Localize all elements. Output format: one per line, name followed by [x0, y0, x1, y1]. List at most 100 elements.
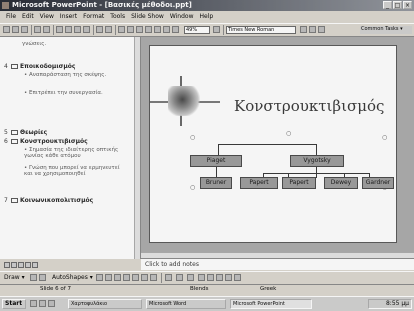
- org-node[interactable]: Piaget: [190, 155, 242, 167]
- rotate-icon[interactable]: [39, 274, 46, 281]
- menu-format[interactable]: Format: [83, 12, 104, 22]
- taskbar-item[interactable]: Microsoft Word: [146, 299, 226, 309]
- taskbar-item-active[interactable]: Microsoft PowerPoint: [230, 299, 312, 309]
- redo-icon[interactable]: [105, 26, 112, 33]
- open-icon[interactable]: [12, 26, 19, 33]
- outline-slide-6[interactable]: 6 Κονστρουκτιβισμός: [4, 138, 88, 145]
- clipart-icon[interactable]: [150, 274, 157, 281]
- org-node[interactable]: Vygotsky: [290, 155, 344, 167]
- outline-slide-4[interactable]: 4 Εποικοδομισμός: [4, 63, 75, 70]
- quick-launch-icon[interactable]: [48, 300, 55, 307]
- taskbar-item[interactable]: Χαρτοφυλάκιο: [68, 299, 142, 309]
- arrow-style-icon[interactable]: [216, 274, 223, 281]
- windows-taskbar: Start Χαρτοφυλάκιο Microsoft Word Micros…: [0, 296, 414, 311]
- quick-launch-icon[interactable]: [39, 300, 46, 307]
- slide-sorter-icon[interactable]: [25, 262, 31, 268]
- line-color-icon[interactable]: [176, 274, 183, 281]
- line-icon[interactable]: [96, 274, 103, 281]
- shadow-icon[interactable]: [225, 274, 232, 281]
- new-slide-icon[interactable]: [145, 26, 152, 33]
- font-color-icon[interactable]: [187, 274, 194, 281]
- format-painter-icon[interactable]: [83, 26, 90, 33]
- tables-icon[interactable]: [127, 26, 134, 33]
- selection-handle[interactable]: ○: [190, 184, 195, 191]
- paste-icon[interactable]: [74, 26, 81, 33]
- select-arrow-icon[interactable]: [30, 274, 37, 281]
- maximize-button[interactable]: □: [393, 1, 402, 9]
- outline-scrollbar[interactable]: [134, 37, 140, 259]
- copy-icon[interactable]: [65, 26, 72, 33]
- selection-handle[interactable]: ○: [286, 130, 291, 137]
- outline-slide-5[interactable]: 5 Θεωρίες: [4, 129, 47, 136]
- draw-menu[interactable]: Draw ▾: [4, 274, 25, 281]
- hyperlink-icon[interactable]: [118, 26, 125, 33]
- menu-insert[interactable]: Insert: [60, 12, 77, 22]
- spelling-icon[interactable]: [43, 26, 50, 33]
- menu-edit[interactable]: Edit: [22, 12, 34, 22]
- new-icon[interactable]: [3, 26, 10, 33]
- cut-icon[interactable]: [56, 26, 63, 33]
- selection-handle[interactable]: ○: [190, 134, 195, 141]
- menu-window[interactable]: Window: [170, 12, 194, 22]
- insert-chart-icon[interactable]: [136, 26, 143, 33]
- menu-help[interactable]: Help: [200, 12, 214, 22]
- print-icon[interactable]: [34, 26, 41, 33]
- powerpoint-app-icon[interactable]: [2, 2, 9, 9]
- save-icon[interactable]: [21, 26, 28, 33]
- notes-pane[interactable]: Click to add notes: [141, 258, 414, 270]
- outline-view-icon[interactable]: [11, 262, 17, 268]
- start-button[interactable]: Start: [2, 299, 26, 309]
- org-node[interactable]: Gardner: [362, 177, 394, 189]
- fill-color-icon[interactable]: [165, 274, 172, 281]
- drawing-toolbar: Draw ▾ AutoShapes ▾: [0, 271, 414, 284]
- font-select[interactable]: Times New Roman: [226, 26, 296, 34]
- slide-view-icon[interactable]: [18, 262, 24, 268]
- outline-slide-7[interactable]: 7 Κοινωνικοπολιτισμός: [4, 197, 93, 204]
- org-node[interactable]: Bruner: [200, 177, 232, 189]
- undo-icon[interactable]: [96, 26, 103, 33]
- slide[interactable]: Κονστρουκτιβισμός ○ ○ ○ ○ ○ Piaget Vygot…: [149, 45, 397, 243]
- underline-icon[interactable]: [318, 26, 325, 33]
- italic-icon[interactable]: [309, 26, 316, 33]
- org-node[interactable]: Papert: [240, 177, 278, 189]
- menu-tools[interactable]: Tools: [110, 12, 125, 22]
- grayscale-icon[interactable]: [172, 26, 179, 33]
- autoshapes-menu[interactable]: AutoShapes ▾: [52, 274, 93, 281]
- show-formatting-icon[interactable]: [163, 26, 170, 33]
- selection-handle[interactable]: ○: [382, 134, 387, 141]
- org-node[interactable]: Papert: [282, 177, 316, 189]
- slide-icon: [11, 198, 18, 203]
- rectangle-icon[interactable]: [114, 274, 121, 281]
- org-node[interactable]: Dewey: [324, 177, 358, 189]
- expand-all-icon[interactable]: [154, 26, 161, 33]
- menu-slide-show[interactable]: Slide Show: [131, 12, 164, 22]
- menu-view[interactable]: View: [40, 12, 54, 22]
- normal-view-icon[interactable]: [4, 262, 10, 268]
- system-tray-clock: 8:55 μμ: [368, 299, 412, 309]
- zoom-select[interactable]: 49%: [184, 26, 210, 34]
- close-button[interactable]: ×: [403, 1, 412, 9]
- help-icon[interactable]: [213, 26, 220, 33]
- outline-pane[interactable]: γνώσεις. 4 Εποικοδομισμός • Αναπαράσταση …: [0, 37, 141, 259]
- 3d-icon[interactable]: [234, 274, 241, 281]
- slide-title[interactable]: Κονστρουκτιβισμός: [234, 97, 384, 115]
- wordart-icon[interactable]: [141, 274, 148, 281]
- status-bar: Slide 6 of 7 Blends Greek: [0, 284, 414, 294]
- outline-bullet: • Σημασία της ιδιαίτερης οπτικής γωνίας …: [24, 147, 119, 159]
- menu-file[interactable]: File: [6, 12, 16, 22]
- dash-style-icon[interactable]: [207, 274, 214, 281]
- status-language: Greek: [260, 286, 277, 292]
- status-design: Blends: [190, 286, 209, 292]
- slide-show-icon[interactable]: [32, 262, 38, 268]
- line-style-icon[interactable]: [198, 274, 205, 281]
- oval-icon[interactable]: [123, 274, 130, 281]
- powerpoint-window: Microsoft PowerPoint - [Βασικές μέθοδοι.…: [0, 0, 414, 310]
- minimize-button[interactable]: _: [383, 1, 392, 9]
- bold-icon[interactable]: [300, 26, 307, 33]
- quick-launch-icon[interactable]: [30, 300, 37, 307]
- title-bar: Microsoft PowerPoint - [Βασικές μέθοδοι.…: [0, 0, 414, 11]
- textbox-icon[interactable]: [132, 274, 139, 281]
- arrow-icon[interactable]: [105, 274, 112, 281]
- standard-toolbar: 49% Times New Roman Common Tasks ▾: [0, 23, 414, 37]
- common-tasks-button[interactable]: Common Tasks ▾: [360, 26, 412, 34]
